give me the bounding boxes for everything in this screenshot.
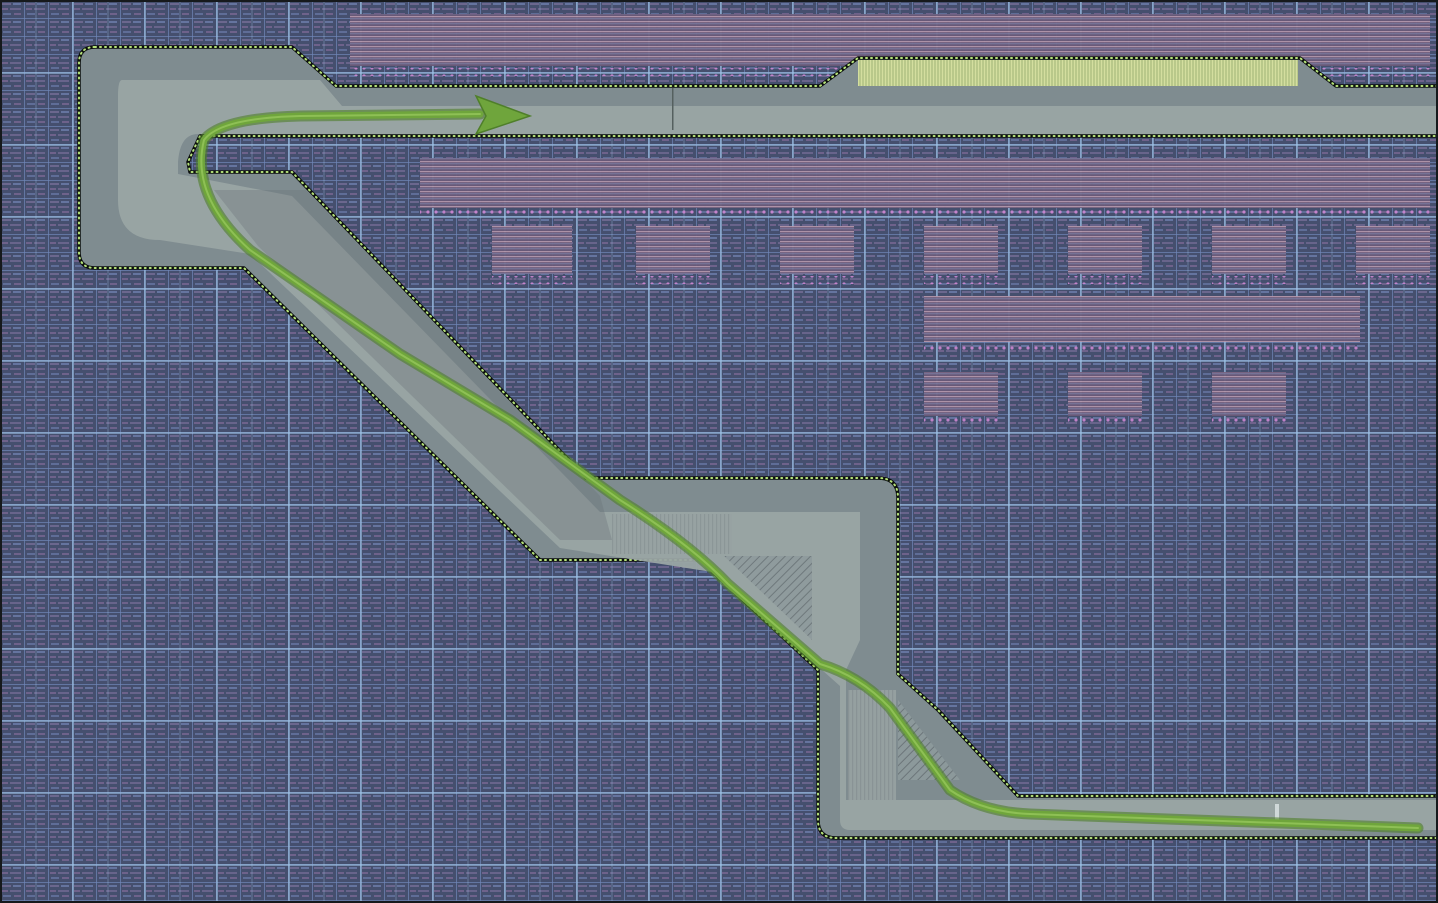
bus-block (858, 60, 1298, 86)
contact-dots (924, 344, 1360, 352)
chip-layout-canvas (0, 0, 1438, 903)
contact-dots (780, 276, 854, 284)
dense-block (1068, 372, 1142, 416)
channel-marker (672, 88, 674, 130)
contact-dots (420, 210, 1430, 218)
contact-dots (492, 276, 572, 284)
dense-block (492, 226, 572, 274)
contact-dots (1212, 418, 1286, 426)
contact-dots (1068, 418, 1142, 426)
dense-block (1068, 226, 1142, 274)
dense-block (924, 296, 1360, 342)
contact-dots (1068, 276, 1142, 284)
dense-block (780, 226, 854, 274)
contact-dots (1212, 276, 1286, 284)
contact-dots (924, 276, 998, 284)
dense-block (1212, 372, 1286, 416)
dense-block (420, 158, 1430, 208)
layout-diagram (0, 0, 1438, 903)
dense-block (924, 372, 998, 416)
dense-block (636, 226, 710, 274)
contact-dots (1356, 276, 1430, 284)
contact-dots (924, 418, 998, 426)
dense-block (1212, 226, 1286, 274)
dense-block (924, 226, 998, 274)
dense-block (1356, 226, 1430, 274)
contact-dots (636, 276, 710, 284)
